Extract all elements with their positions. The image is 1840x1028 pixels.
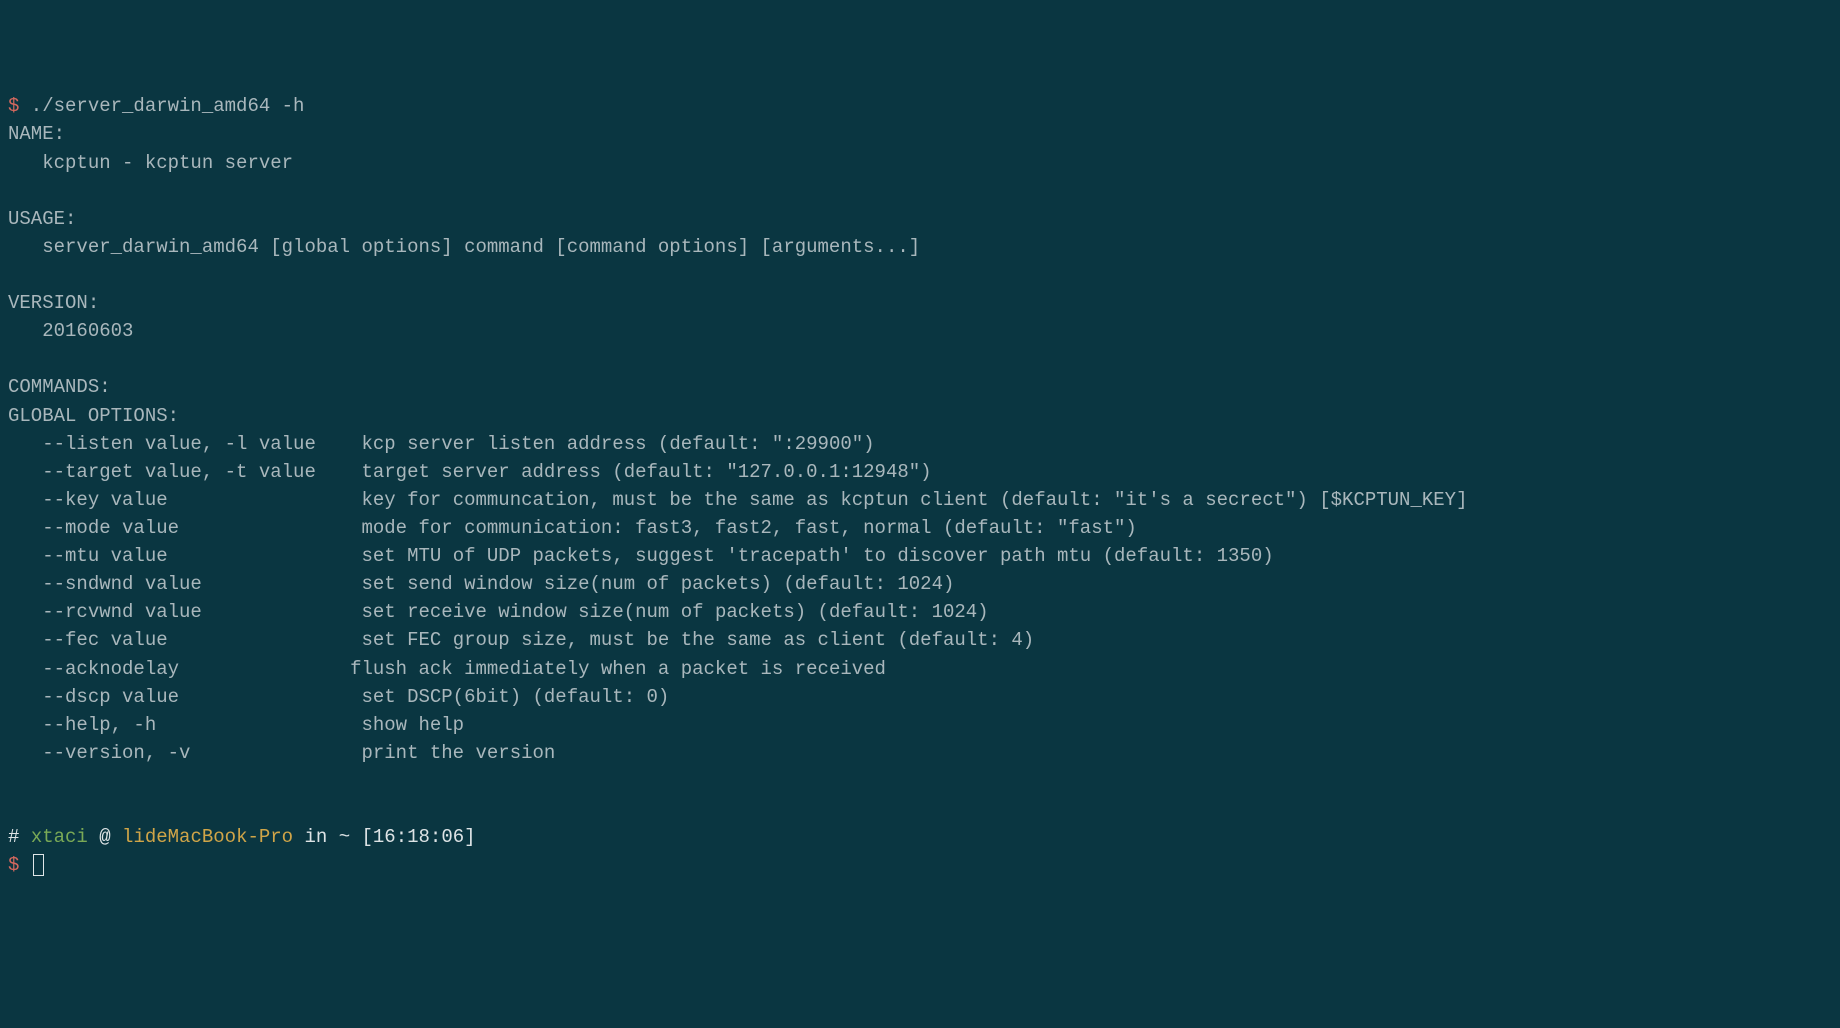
ps1-time: 16:18:06	[373, 826, 464, 848]
prompt-symbol: $	[8, 95, 19, 117]
section-usage-body: server_darwin_amd64 [global options] com…	[8, 236, 920, 258]
option-line: --rcvwnd value set receive window size(n…	[8, 601, 989, 623]
option-line: --listen value, -l value kcp server list…	[8, 433, 875, 455]
option-line: --mtu value set MTU of UDP packets, sugg…	[8, 545, 1274, 567]
ps1-user: xtaci	[31, 826, 88, 848]
option-line: --help, -h show help	[8, 714, 464, 736]
option-line: --key value key for communcation, must b…	[8, 489, 1467, 511]
ps1-host: lideMacBook-Pro	[122, 826, 293, 848]
section-name-body: kcptun - kcptun server	[8, 152, 293, 174]
section-globals-header: GLOBAL OPTIONS:	[8, 405, 179, 427]
option-line: --sndwnd value set send window size(num …	[8, 573, 954, 595]
section-version-header: VERSION:	[8, 292, 99, 314]
option-line: --version, -v print the version	[8, 742, 555, 764]
option-line: --dscp value set DSCP(6bit) (default: 0)	[8, 686, 669, 708]
section-usage-header: USAGE:	[8, 208, 76, 230]
option-line: --target value, -t value target server a…	[8, 461, 932, 483]
command-text: ./server_darwin_amd64 -h	[19, 95, 304, 117]
prompt-symbol: $	[8, 854, 19, 876]
section-commands-header: COMMANDS:	[8, 376, 111, 398]
ps1-line: # xtaci @ lideMacBook-Pro in ~ [16:18:06…	[8, 826, 476, 848]
cursor-icon	[33, 854, 44, 876]
option-line: --mode value mode for communication: fas…	[8, 517, 1137, 539]
section-name-header: NAME:	[8, 123, 65, 145]
option-line: --fec value set FEC group size, must be …	[8, 629, 1034, 651]
section-version-body: 20160603	[8, 320, 133, 342]
option-line: --acknodelay flush ack immediately when …	[8, 658, 886, 680]
terminal-output[interactable]: $ ./server_darwin_amd64 -h NAME: kcptun …	[8, 92, 1832, 879]
